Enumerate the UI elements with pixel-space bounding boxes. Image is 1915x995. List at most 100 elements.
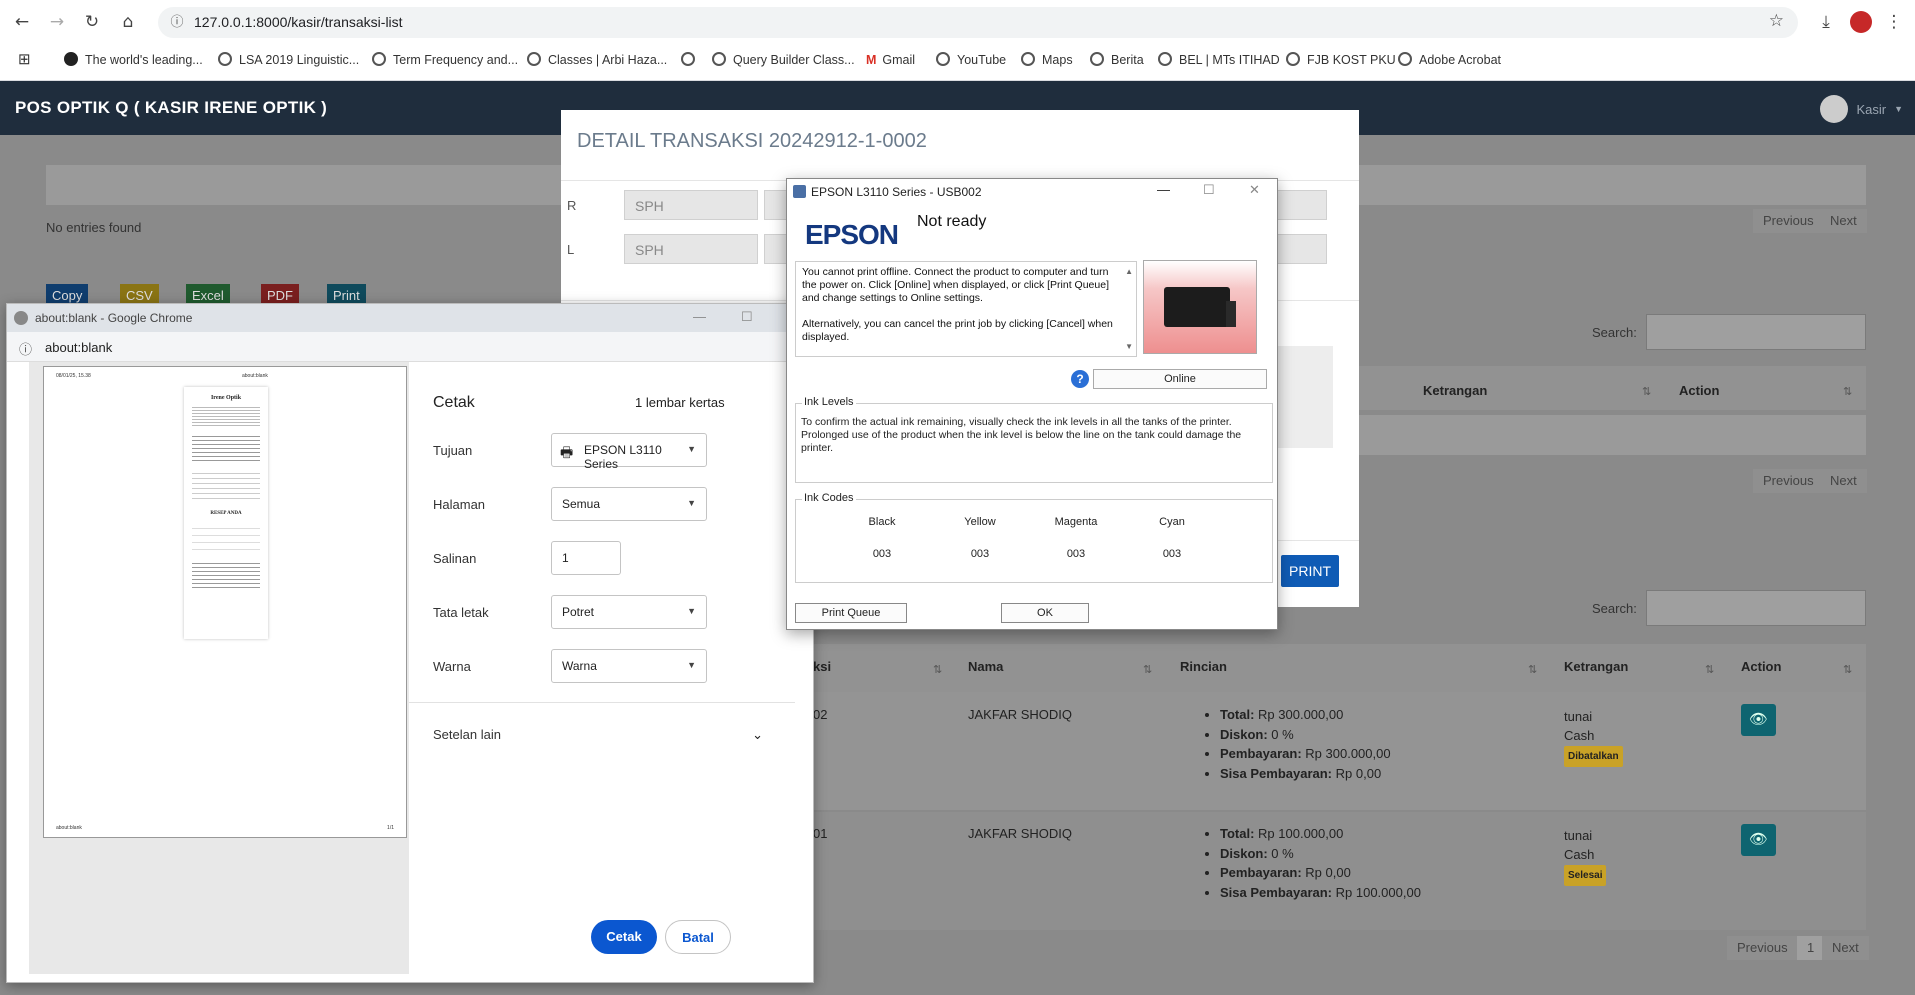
more-settings-toggle[interactable]: Setelan lain ⌄ (433, 727, 763, 747)
rincian-value: Rp 300.000,00 (1305, 746, 1391, 761)
bookmark-label: Term Frequency and... (393, 53, 519, 67)
sort-icon[interactable]: ⇅ (1143, 663, 1152, 676)
ok-button[interactable]: OK (1001, 603, 1089, 623)
bookmark-item[interactable]: The world's leading... (64, 47, 203, 73)
printer-app-icon (793, 185, 806, 198)
column-header[interactable]: ksi (813, 659, 831, 674)
copies-input[interactable]: 1 (551, 541, 621, 575)
avatar (1820, 95, 1849, 123)
address-bar[interactable]: ⓘ 127.0.0.1:8000/kasir/transaksi-list ☆ (158, 7, 1798, 38)
help-icon[interactable]: ? (1071, 370, 1089, 388)
column-header[interactable]: Action (1679, 383, 1719, 398)
scroll-up-icon[interactable]: ▲ (1125, 265, 1133, 278)
maximize-icon[interactable]: ☐ (741, 309, 753, 325)
cell-ketrangan: tunai Cash Dibatalkan (1564, 707, 1623, 767)
rincian-value: Rp 100.000,00 (1335, 884, 1421, 900)
receipt-resep-table (192, 522, 260, 552)
view-button[interactable]: 👁 (1741, 704, 1776, 736)
print-button[interactable]: PRINT (1281, 555, 1339, 587)
menu-icon[interactable]: ⋮ (1882, 10, 1906, 34)
column-header[interactable]: Rincian (1180, 659, 1227, 674)
sort-icon[interactable]: ⇅ (1528, 663, 1537, 676)
view-button[interactable]: 👁 (1741, 824, 1776, 856)
bookmark-item[interactable] (681, 47, 702, 73)
download-icon[interactable]: ⤓ (1814, 10, 1838, 34)
halaman-label: Halaman (433, 497, 486, 512)
search-input[interactable] (1646, 590, 1866, 626)
bookmark-item[interactable]: LSA 2019 Linguistic... (218, 47, 359, 73)
previous-button[interactable]: Previous (1753, 209, 1824, 233)
apps-grid-icon[interactable]: ⊞ (18, 47, 31, 73)
preview-page: 08/01/25, 15.38 about:blank Irene Optik … (43, 366, 407, 838)
home-icon[interactable]: ⌂ (116, 10, 140, 34)
ink-code: 003 (1162, 548, 1182, 560)
profile-avatar[interactable] (1850, 11, 1872, 33)
rincian-key: Diskon: (1220, 845, 1268, 861)
rincian-value: 0 % (1271, 845, 1294, 861)
cancel-button[interactable]: Batal (665, 920, 731, 954)
online-button[interactable]: Online (1093, 369, 1267, 389)
status-badge: Selesai (1564, 865, 1607, 886)
preview-doc-title: about:blank (242, 373, 268, 379)
user-menu[interactable]: Kasir ▼ (1820, 95, 1903, 123)
layout-select[interactable]: Potret ▼ (551, 595, 707, 629)
bookmark-item[interactable]: YouTube (936, 47, 1006, 73)
next-button[interactable]: Next (1820, 469, 1867, 493)
message-paragraph: You cannot print offline. Connect the pr… (802, 266, 1109, 304)
sort-icon[interactable]: ⇅ (1642, 385, 1651, 398)
minimize-icon[interactable]: — (693, 309, 706, 324)
bookmark-item[interactable]: Query Builder Class... (712, 47, 855, 73)
sph-field-l: SPH (624, 234, 758, 264)
ink-code: 003 (970, 548, 990, 560)
scroll-down-icon[interactable]: ▼ (1125, 340, 1133, 353)
next-button[interactable]: Next (1820, 209, 1867, 233)
bookmark-item[interactable]: Berita (1090, 47, 1144, 73)
bookmark-item[interactable]: M Gmail (866, 47, 915, 73)
search-input[interactable] (1646, 314, 1866, 350)
layout-value: Potret (562, 605, 595, 619)
bookmark-label: BEL | MTs ITIHAD (1179, 53, 1280, 67)
close-icon[interactable]: ✕ (1249, 182, 1260, 198)
column-header[interactable]: Ketrangan (1423, 383, 1487, 398)
info-icon[interactable]: ⓘ (19, 339, 32, 358)
minimize-icon[interactable]: — (1157, 182, 1170, 197)
reload-icon[interactable]: ↻ (80, 10, 104, 34)
page-1-button[interactable]: 1 (1797, 936, 1825, 960)
sort-icon[interactable]: ⇅ (1843, 663, 1852, 676)
previous-button[interactable]: Previous (1727, 936, 1798, 960)
search-label: Search: (1592, 325, 1637, 340)
site-info-icon[interactable]: ⓘ (168, 13, 186, 31)
sort-icon[interactable]: ⇅ (1843, 385, 1852, 398)
previous-button[interactable]: Previous (1753, 469, 1824, 493)
forward-icon[interactable]: → (45, 10, 69, 34)
dropdown-caret-icon: ▼ (687, 606, 696, 616)
window-title: about:blank - Google Chrome (35, 311, 193, 325)
next-button[interactable]: Next (1822, 936, 1869, 960)
maximize-icon[interactable]: ☐ (1203, 182, 1215, 198)
ink-name: Magenta (1054, 516, 1098, 528)
preview-footer-left: about:blank (56, 825, 82, 831)
sort-icon[interactable]: ⇅ (933, 663, 942, 676)
print-queue-button[interactable]: Print Queue (795, 603, 907, 623)
destination-select[interactable]: 🖶 EPSON L3110 Series ▼ (551, 433, 707, 471)
pages-select[interactable]: Semua ▼ (551, 487, 707, 521)
column-header[interactable]: Action (1741, 659, 1781, 674)
color-select[interactable]: Warna ▼ (551, 649, 707, 683)
bookmark-star-icon[interactable]: ☆ (1769, 11, 1784, 31)
sort-icon[interactable]: ⇅ (1705, 663, 1714, 676)
column-header[interactable]: Ketrangan (1564, 659, 1628, 674)
column-header[interactable]: Nama (968, 659, 1003, 674)
chrome-icon (14, 311, 28, 325)
back-icon[interactable]: ← (10, 10, 34, 34)
bookmark-item[interactable]: BEL | MTs ITIHAD (1158, 47, 1280, 73)
chevron-down-icon: ▼ (1894, 104, 1903, 114)
status-message: You cannot print offline. Connect the pr… (795, 261, 1137, 357)
bookmark-item[interactable]: FJB KOST PKU (1286, 47, 1396, 73)
print-confirm-button[interactable]: Cetak (591, 920, 657, 954)
bookmark-item[interactable]: Classes | Arbi Haza... (527, 47, 667, 73)
app-title: POS OPTIK Q ( KASIR IRENE OPTIK ) (15, 98, 328, 117)
bookmark-item[interactable]: Adobe Acrobat (1398, 47, 1501, 73)
print-preview-window: about:blank - Google Chrome — ☐ ⓘ about:… (6, 303, 814, 983)
bookmark-item[interactable]: Maps (1021, 47, 1073, 73)
bookmark-item[interactable]: Term Frequency and... (372, 47, 518, 73)
